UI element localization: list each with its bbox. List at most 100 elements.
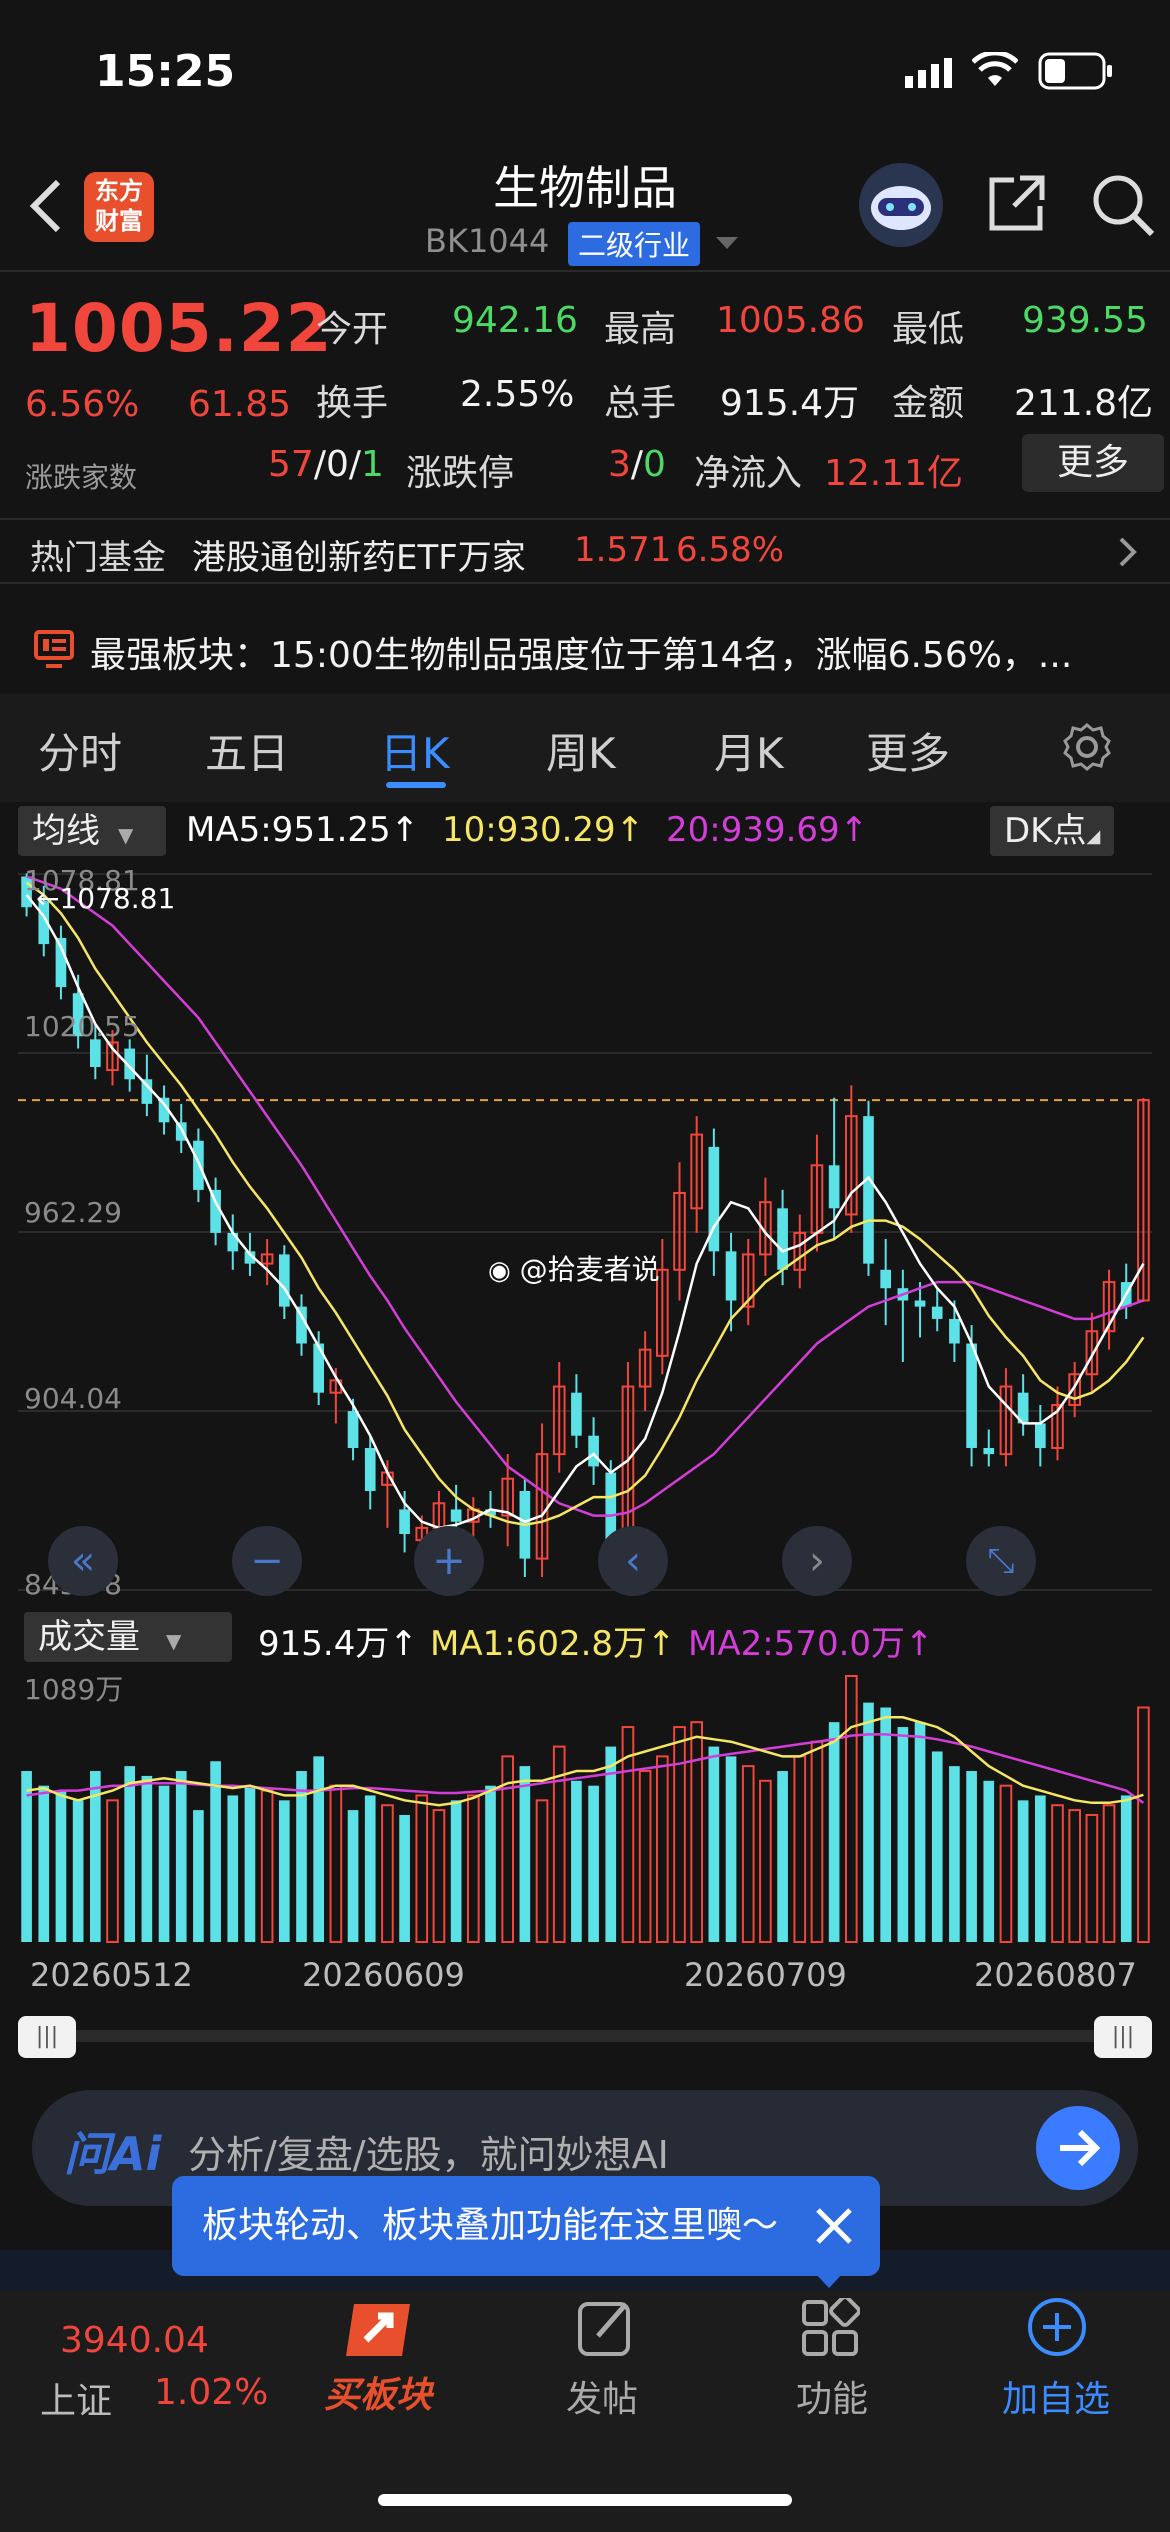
range-handle-right[interactable]: |||	[1094, 2016, 1152, 2058]
range-track[interactable]	[48, 2030, 1124, 2042]
volume-total: 915.4万↑	[258, 1624, 418, 1664]
search-icon[interactable]	[1090, 172, 1156, 242]
zoom-in-icon[interactable]: +	[414, 1526, 484, 1596]
candle-body	[949, 1318, 960, 1344]
nav-add-watchlist[interactable]: 加自选	[1002, 2370, 1110, 2422]
max-price-marker: ←1078.81	[36, 882, 176, 915]
tab-daily-k[interactable]: 日K	[380, 720, 450, 781]
chevron-right-icon[interactable]	[1118, 536, 1138, 572]
volume-bar	[793, 1755, 807, 1943]
candle-body	[588, 1435, 599, 1467]
candle-body	[1034, 1423, 1046, 1448]
nav-post[interactable]: 发帖	[566, 2370, 638, 2422]
range-handle-left[interactable]: |||	[18, 2016, 76, 2058]
volume-bar	[1137, 1706, 1150, 1943]
wifi-icon	[971, 50, 1019, 92]
adv-dec-counts: 57/0/1	[268, 444, 384, 485]
sector-code: BK1044	[425, 222, 550, 260]
volume-bar	[897, 1727, 909, 1942]
high-label: 最高	[604, 309, 677, 350]
nav-buy-sector[interactable]: 买板块	[324, 2366, 432, 2418]
hot-fund-name[interactable]: 港股通创新药ETF万家	[192, 530, 526, 579]
scroll-left-fast-icon[interactable]: «	[48, 1526, 118, 1596]
limit-label: 涨跌停	[406, 453, 515, 494]
volume-bar	[21, 1771, 32, 1942]
ma5-value: MA5:951.25↑	[186, 810, 420, 850]
post-icon[interactable]	[576, 2298, 636, 2362]
volume-label: 总手	[604, 383, 677, 424]
candle-body	[983, 1447, 995, 1455]
volume-bar	[999, 1784, 1013, 1943]
index-change[interactable]: 1.02%	[154, 2372, 268, 2413]
volume-bar	[485, 1785, 496, 1942]
low-label: 最低	[892, 309, 965, 350]
current-price: 1005.22	[25, 290, 333, 367]
volume-bar	[1120, 1795, 1132, 1942]
index-value[interactable]: 3940.04	[60, 2320, 209, 2361]
close-icon[interactable]	[808, 2200, 860, 2256]
robot-assistant-icon[interactable]	[856, 160, 946, 254]
ai-placeholder[interactable]: 分析/复盘/选股，就问妙想AI	[188, 2124, 669, 2179]
candle-body	[278, 1254, 290, 1307]
dk-button[interactable]: DK点◢	[990, 806, 1115, 856]
settings-icon[interactable]	[1062, 722, 1112, 776]
volume-bar	[399, 1814, 410, 1942]
volume-bar	[210, 1761, 221, 1942]
volume-bar	[519, 1766, 531, 1942]
volume-bar	[313, 1756, 325, 1942]
feature-tooltip: 板块轮动、板块叠加功能在这里噢～	[172, 2176, 880, 2276]
tab-monthly-k[interactable]: 月K	[714, 720, 784, 781]
nav-functions[interactable]: 功能	[796, 2370, 868, 2422]
volume-bar	[931, 1751, 943, 1942]
chevron-down-icon[interactable]	[716, 236, 738, 255]
category-badge[interactable]: 二级行业	[568, 222, 701, 266]
volume-bar	[966, 1771, 977, 1942]
more-button[interactable]: 更多	[1022, 434, 1164, 492]
open-label: 今开	[316, 309, 389, 350]
candle-body	[931, 1306, 943, 1319]
volume-bar	[244, 1785, 256, 1942]
candle-body	[880, 1269, 892, 1289]
tab-more[interactable]: 更多	[866, 720, 950, 781]
index-name[interactable]: 上证	[40, 2372, 112, 2424]
date-label-3: 20260709	[684, 1956, 847, 1994]
candle-body	[364, 1447, 376, 1492]
strongest-sector-row[interactable]: 最强板块：15:00生物制品强度位于第14名，涨幅6.56%，...	[90, 626, 1072, 678]
functions-icon[interactable]	[800, 2295, 861, 2362]
volume-chart[interactable]	[18, 1666, 1152, 1948]
hot-fund-label: 热门基金	[30, 538, 166, 578]
volume-bar	[1017, 1800, 1029, 1942]
scroll-right-icon[interactable]: ›	[782, 1526, 852, 1596]
volume-bar	[1068, 1809, 1082, 1943]
change-amount: 61.85	[188, 384, 292, 425]
volume-selector[interactable]: 成交量 ▼	[24, 1612, 232, 1662]
ma-selector[interactable]: 均线 ▼	[18, 806, 166, 856]
hot-fund-price: 1.571	[574, 530, 672, 570]
date-label-4: 20260807	[974, 1956, 1137, 1994]
candlestick-chart[interactable]	[18, 862, 1152, 1602]
buy-sector-icon[interactable]	[342, 2296, 422, 2366]
inflow-value: 12.11亿	[824, 453, 964, 494]
fullscreen-icon[interactable]: ⤡	[966, 1526, 1036, 1596]
arrow-right-icon[interactable]	[1036, 2106, 1120, 2190]
volume-bar	[690, 1721, 704, 1944]
volume-bar	[296, 1771, 307, 1942]
volume-value: 915.4万	[720, 383, 860, 424]
limit-value: 3/0	[608, 444, 666, 485]
scroll-left-icon[interactable]: ‹	[598, 1526, 668, 1596]
volume-ma2: MA2:570.0万↑	[688, 1624, 934, 1664]
tab-five-day[interactable]: 五日	[205, 720, 289, 781]
price-axis-2: 1020.55	[24, 1010, 140, 1043]
tab-intraday[interactable]: 分时	[38, 720, 122, 781]
volume-bar	[638, 1770, 652, 1944]
zoom-out-icon[interactable]: −	[232, 1526, 302, 1596]
volume-bar	[1034, 1795, 1046, 1942]
tab-weekly-k[interactable]: 周K	[546, 720, 616, 781]
volume-bar	[844, 1675, 858, 1943]
volume-bar	[828, 1722, 840, 1942]
volume-bar	[880, 1707, 892, 1942]
add-watchlist-icon[interactable]	[1026, 2296, 1088, 2362]
volume-bar	[158, 1785, 170, 1942]
volume-bar	[588, 1785, 599, 1942]
share-icon[interactable]	[984, 172, 1048, 240]
